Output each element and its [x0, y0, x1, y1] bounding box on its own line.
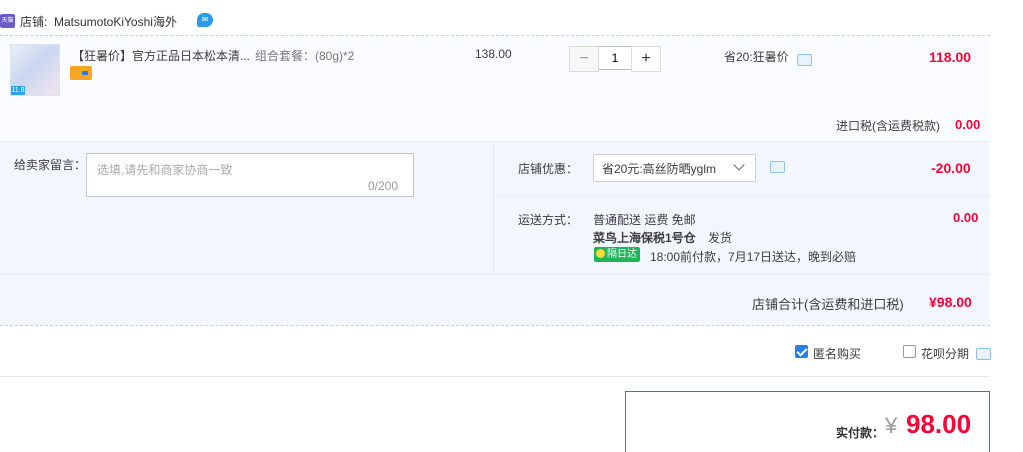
- anonymous-purchase-label[interactable]: 匿名购买: [813, 345, 861, 362]
- import-tax-value: 0.00: [955, 117, 981, 132]
- credit-card-icon: [70, 66, 92, 80]
- divider: [493, 142, 494, 274]
- thumbnail-tag: 11.8: [11, 86, 25, 95]
- payment-total: 98.00: [906, 409, 972, 439]
- quantity-increase-button[interactable]: +: [631, 46, 661, 72]
- anonymous-purchase-checkbox[interactable]: [795, 345, 808, 358]
- shop-discount-selected: 省20元:高丝防晒yglm: [602, 162, 717, 176]
- import-tax-label: 进口税(含运费税款): [836, 119, 940, 133]
- next-day-badge: 隔日达: [594, 247, 640, 262]
- seller-note-placeholder: 选填,请先和商家协商一致: [97, 163, 233, 177]
- shipping-label: 运送方式：: [518, 213, 579, 227]
- shipping-dispatch: 发货: [708, 231, 733, 245]
- shipping-warehouse: 菜鸟上海保税1号仓: [593, 231, 696, 245]
- next-day-badge-label: 隔日达: [607, 249, 637, 260]
- quantity-input[interactable]: [599, 46, 631, 70]
- item-price: 118.00: [929, 49, 972, 65]
- shop-discount-value: -20.00: [931, 160, 971, 176]
- quantity-stepper: − +: [569, 46, 661, 72]
- unit-price: 138.00: [475, 47, 512, 61]
- product-sku: 组合套餐：(80g)*2: [255, 49, 355, 63]
- shop-label: 店铺:: [20, 15, 48, 29]
- currency-symbol: ¥: [885, 413, 898, 438]
- seller-note-label: 给卖家留言：: [14, 158, 87, 172]
- message-icon[interactable]: [770, 161, 785, 173]
- item-promo: 省20:狂暑价: [724, 48, 789, 65]
- shop-discount-label: 店铺优惠：: [518, 162, 579, 176]
- huabei-installment-checkbox[interactable]: [903, 345, 916, 358]
- shipping-method: 普通配送 运费 免邮: [593, 213, 696, 227]
- shop-name-link[interactable]: MatsumotoKiYoshi海外: [54, 13, 177, 30]
- message-icon[interactable]: [976, 348, 991, 360]
- huabei-installment-label[interactable]: 花呗分期: [921, 345, 969, 362]
- divider: [493, 196, 990, 197]
- divider: [0, 376, 990, 377]
- payment-label: 实付款：: [836, 426, 885, 440]
- lightning-icon: [596, 249, 605, 258]
- shop-total-label: 店铺合计(含运费和进口税): [752, 297, 904, 312]
- divider: [0, 325, 990, 326]
- shop-total-value: ¥98.00: [929, 294, 972, 310]
- item-promo-text: 省20:狂暑价: [724, 50, 789, 64]
- delivery-note: 18:00前付款，7月17日送达，晚到必赔: [650, 250, 857, 264]
- quantity-decrease-button[interactable]: −: [569, 46, 599, 72]
- message-icon[interactable]: [797, 54, 812, 66]
- tmall-badge-icon: 天猫: [0, 14, 15, 28]
- product-title-link[interactable]: 【狂暑价】官方正品日本松本清...: [72, 47, 250, 64]
- wangwang-chat-icon[interactable]: ✉: [197, 13, 213, 27]
- seller-note-char-count: 0/200: [368, 179, 399, 193]
- shipping-fee-value: 0.00: [953, 210, 979, 225]
